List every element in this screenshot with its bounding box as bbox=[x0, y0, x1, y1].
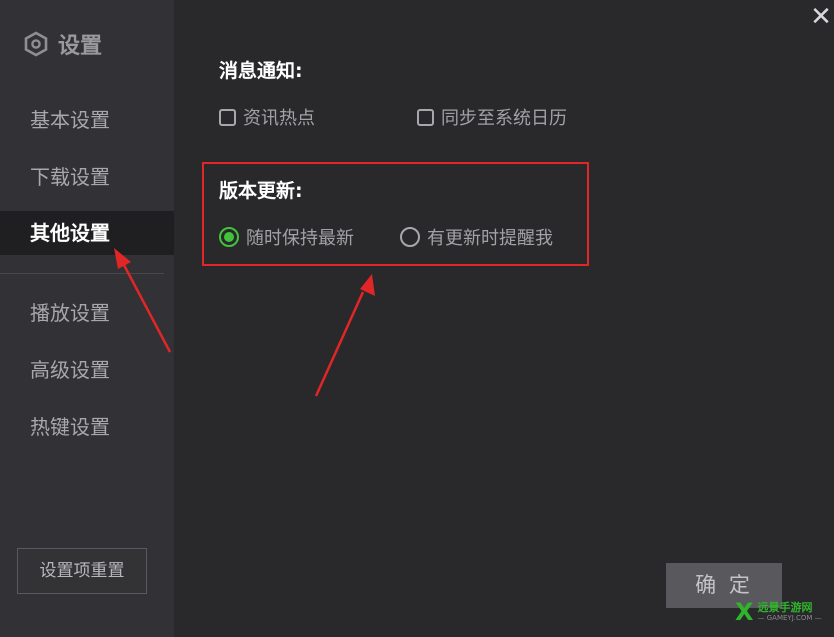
settings-window: 设置 基本设置 下载设置 其他设置 播放设置 高级设置 热键设置 设置项重置 ✕… bbox=[0, 0, 834, 637]
watermark-logo: X 远景手游网 — GAMEYJ.COM — bbox=[735, 600, 822, 624]
annotation-arrows bbox=[114, 248, 375, 397]
watermark-brand: 远景手游网 bbox=[757, 600, 813, 614]
watermark-url: — GAMEYJ.COM — bbox=[757, 613, 822, 622]
watermark-x-icon: X bbox=[735, 598, 754, 626]
